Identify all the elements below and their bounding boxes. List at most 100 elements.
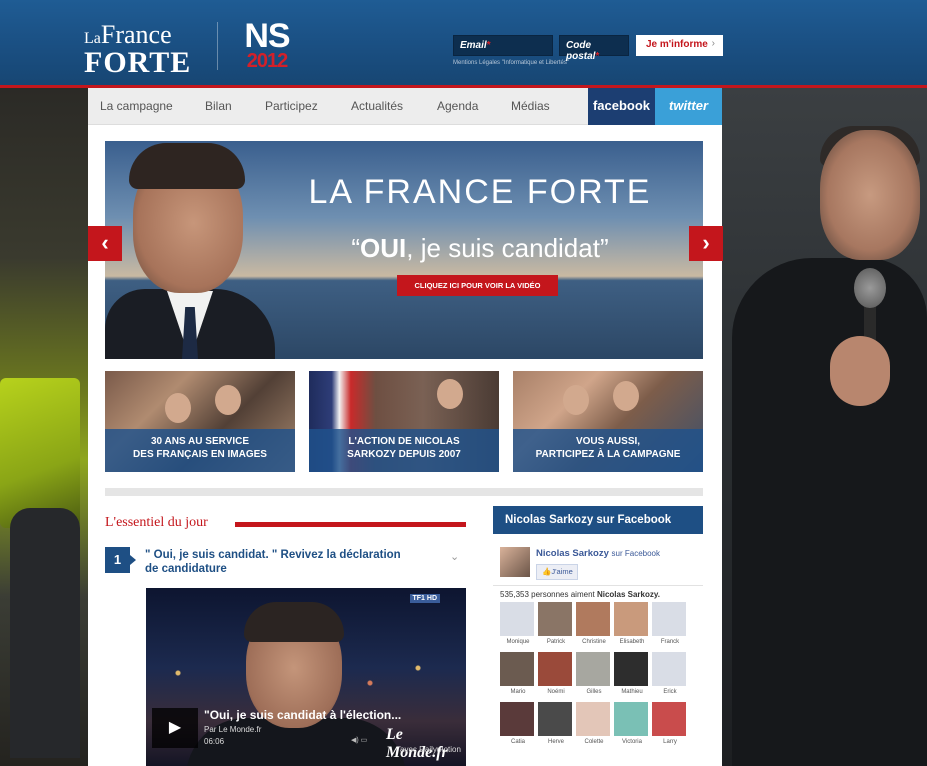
nav-item-participez[interactable]: Participez <box>265 99 318 113</box>
fan-item[interactable]: Colette <box>576 702 612 745</box>
nav-item-actualites[interactable]: Actualités <box>351 99 403 113</box>
inform-button[interactable]: Je m'informe › <box>636 35 723 56</box>
email-placeholder: Email <box>460 40 487 51</box>
avatar[interactable] <box>500 547 530 577</box>
fan-avatar <box>614 602 648 636</box>
watch-video-button[interactable]: CLIQUEZ ICI POUR VOIR LA VIDÉO <box>397 275 558 296</box>
main-panel: La campagne Bilan Participez Actualités … <box>88 88 722 766</box>
tile-participez[interactable]: VOUS AUSSI, PARTICIPEZ À LA CAMPAGNE <box>513 371 703 472</box>
ns-letters: NS <box>244 17 290 55</box>
video-duration: 06:06 <box>204 737 225 746</box>
volume-icon[interactable]: ◀) ▭ <box>351 736 367 744</box>
fan-name: Erick <box>663 689 677 695</box>
le-monde-logo: Le Monde.fr <box>386 726 448 761</box>
fan-name: Monique <box>506 639 530 645</box>
essentiel-rule <box>235 522 466 527</box>
fan-item[interactable]: Noémi <box>538 652 574 695</box>
fan-count: 535,353 personnes aiment Nicolas Sarkozy… <box>500 590 660 599</box>
fan-name: Mathieu <box>621 689 643 695</box>
fan-name: Herve <box>547 739 564 745</box>
ns-year: 2012 <box>246 50 289 72</box>
fan-item[interactable]: Christine <box>576 602 612 645</box>
ns2012-logo[interactable]: NS 2012 <box>240 17 294 72</box>
fan-item[interactable]: Larry <box>652 702 688 745</box>
tile-caption: L'ACTION DE NICOLAS SARKOZY DEPUIS 2007 <box>309 429 499 472</box>
main-nav: La campagne Bilan Participez Actualités … <box>88 88 722 125</box>
background-photo-left <box>0 88 88 766</box>
page-name: Nicolas Sarkozy <box>536 548 609 559</box>
fan-name: Gilles <box>586 689 602 695</box>
twitter-link[interactable]: twitter <box>655 88 722 125</box>
background-vest <box>0 378 80 528</box>
nav-item-agenda[interactable]: Agenda <box>437 99 478 113</box>
hero-quote: “OUI, je suis candidat” <box>295 233 665 264</box>
video-title[interactable]: "Oui, je suis candidat à l'élection... <box>204 708 401 722</box>
chevron-right-icon[interactable]: › <box>689 226 723 261</box>
tf1-logo: TF1 HD <box>409 594 440 603</box>
fan-item[interactable]: Mathieu <box>614 652 650 695</box>
hero-title: LA FRANCE FORTE <box>308 173 652 211</box>
story-headline[interactable]: " Oui, je suis candidat. " Revivez la dé… <box>145 548 405 576</box>
tile-face <box>437 379 463 409</box>
like-button[interactable]: 👍J'aime <box>536 564 578 580</box>
hero-banner[interactable]: LA FRANCE FORTE “OUI, je suis candidat” … <box>105 141 703 359</box>
fan-item[interactable]: Erick <box>652 652 688 695</box>
story-number-badge: 1 <box>105 547 136 573</box>
facebook-divider <box>493 585 703 586</box>
tile-face <box>165 393 191 423</box>
fan-item[interactable]: Catia <box>500 702 536 745</box>
fan-avatar <box>614 652 648 686</box>
facebook-link[interactable]: facebook <box>588 88 655 125</box>
nav-item-medias[interactable]: Médias <box>511 99 550 113</box>
site-header: LaFrance FORTE NS 2012 Email* Code posta… <box>0 0 927 88</box>
fan-avatar <box>500 702 534 736</box>
fan-avatar <box>538 652 572 686</box>
background-head <box>820 130 920 260</box>
microphone-icon <box>854 268 886 308</box>
fan-item[interactable]: Elisabeth <box>614 602 650 645</box>
fan-item[interactable]: Franck <box>652 602 688 645</box>
logo-la: La <box>84 30 101 47</box>
video-player[interactable]: TF1 HD ▶ "Oui, je suis candidat à l'élec… <box>146 588 466 766</box>
fan-item[interactable]: Gilles <box>576 652 612 695</box>
fan-item[interactable]: Victoria <box>614 702 650 745</box>
fan-name: Colette <box>584 739 604 745</box>
postal-code-field[interactable]: Code postal* <box>559 35 629 62</box>
tile-30-ans[interactable]: 30 ANS AU SERVICE DES FRANÇAIS EN IMAGES <box>105 371 295 472</box>
fan-item[interactable]: Patrick <box>538 602 574 645</box>
fan-avatar <box>500 602 534 636</box>
required-mark: * <box>595 51 600 62</box>
fan-name: Catia <box>510 739 525 745</box>
background-figure <box>10 508 80 758</box>
fan-item[interactable]: Mario <box>500 652 536 695</box>
fan-avatar <box>538 702 572 736</box>
tile-face <box>563 385 589 415</box>
tile-caption-line1: L'ACTION DE NICOLAS <box>348 436 460 447</box>
tile-caption-line1: 30 ANS AU SERVICE <box>151 436 249 447</box>
fan-item[interactable]: Herve <box>538 702 574 745</box>
legal-mentions-link[interactable]: Mentions Légales "Informatique et Libert… <box>453 60 569 66</box>
fan-avatar <box>576 602 610 636</box>
logo-divider <box>217 22 218 70</box>
facebook-page-name[interactable]: Nicolas Sarkozy sur Facebook <box>536 548 660 559</box>
la-france-forte-logo[interactable]: LaFrance FORTE <box>84 20 191 78</box>
inform-button-label: Je m'informe <box>646 39 708 50</box>
email-field[interactable]: Email* <box>453 35 553 56</box>
fan-avatar <box>614 702 648 736</box>
fan-name: Mario <box>510 689 526 695</box>
video-author: Par Le Monde.fr <box>204 725 262 734</box>
chevron-left-icon[interactable]: ‹ <box>88 226 122 261</box>
logo-france: France <box>100 20 172 49</box>
fan-item[interactable]: Monique <box>500 602 536 645</box>
nav-item-bilan[interactable]: Bilan <box>205 99 232 113</box>
video-hair <box>244 602 344 642</box>
tile-face <box>215 385 241 415</box>
chevron-down-icon[interactable]: ⌄ <box>450 550 459 563</box>
play-icon[interactable]: ▶ <box>152 708 198 748</box>
tile-action[interactable]: L'ACTION DE NICOLAS SARKOZY DEPUIS 2007 <box>309 371 499 472</box>
fan-avatar <box>576 652 610 686</box>
nav-item-campagne[interactable]: La campagne <box>100 99 173 113</box>
fan-name: Elisabeth <box>619 639 645 645</box>
fan-name: Patrick <box>546 639 566 645</box>
fan-avatar <box>538 602 572 636</box>
